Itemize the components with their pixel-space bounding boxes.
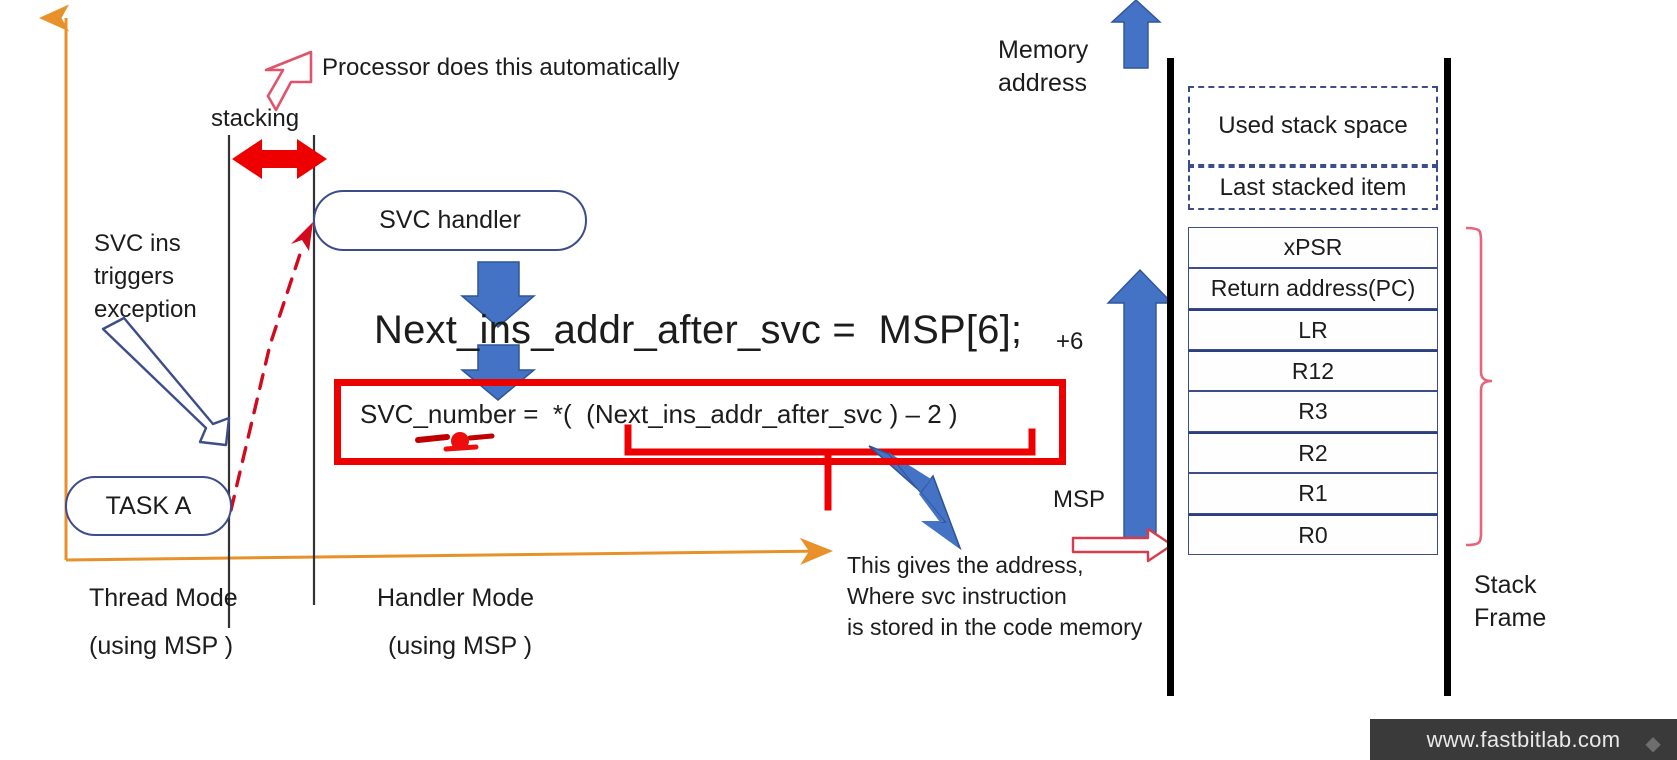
thread-mode-label: Thread Mode xyxy=(89,584,238,612)
stacking-double-arrow xyxy=(232,139,327,179)
svc-trigger-label-line1: SVC ins xyxy=(94,230,181,257)
task-a-box[interactable]: TASK A xyxy=(65,476,232,536)
msp-label: MSP xyxy=(1053,486,1106,513)
memory-right-boundary xyxy=(1444,58,1451,696)
memory-address-label-line1: Memory xyxy=(998,36,1089,64)
stack-cell-r1: R1 xyxy=(1188,473,1438,514)
stack-cell-label: Return address(PC) xyxy=(1210,275,1416,301)
diagram-canvas: Processor does this automatically stacki… xyxy=(0,0,1677,760)
stack-cell-xpsr: xPSR xyxy=(1188,227,1438,268)
stack-cell-r0: R0 xyxy=(1188,514,1438,555)
offset-plus6-label: +6 xyxy=(1056,328,1084,355)
stack-cell-r12: R12 xyxy=(1188,350,1438,391)
svc-handler-label: SVC handler xyxy=(379,206,521,234)
msp-pointer-arrow xyxy=(1071,527,1174,563)
equation-line-1: Next_ins_addr_after_svc = MSP[6]; xyxy=(374,308,1023,352)
watermark-banner: www.fastbitlab.com ◆ xyxy=(1370,719,1677,760)
last-stacked-item-label: Last stacked item xyxy=(1219,174,1407,201)
stack-frame-label-line1: Stack xyxy=(1474,571,1537,599)
memory-address-arrow xyxy=(1110,0,1162,69)
watermark-logo-icon: ◆ xyxy=(1645,733,1661,755)
stack-cell-label: R12 xyxy=(1291,357,1335,384)
stack-cell-label: R0 xyxy=(1298,521,1328,548)
stack-cell-label: R2 xyxy=(1298,439,1328,466)
mode-separator-lines xyxy=(227,135,316,628)
stack-diagram: Used stack space Last stacked item xPSR … xyxy=(1188,86,1438,556)
last-stacked-item-cell: Last stacked item xyxy=(1188,166,1438,210)
watermark-text: www.fastbitlab.com xyxy=(1426,726,1621,752)
processor-callout-arrow xyxy=(264,50,313,112)
svc-trigger-label-line2: triggers xyxy=(94,263,175,290)
processor-auto-label: Processor does this automatically xyxy=(322,54,680,81)
memory-address-label-line2: address xyxy=(998,69,1087,97)
svc-trigger-label-line3: exception xyxy=(94,296,197,323)
handler-mode-sp-label: (using MSP ) xyxy=(388,632,533,660)
svc-trigger-arrow xyxy=(101,316,231,447)
stack-frame-brace xyxy=(1465,226,1493,547)
memory-left-boundary xyxy=(1167,58,1174,696)
stack-frame-label-line2: Frame xyxy=(1474,604,1547,632)
note-line-3: is stored in the code memory xyxy=(847,614,1143,640)
stack-cell-r2: R2 xyxy=(1188,432,1438,473)
task-a-label: TASK A xyxy=(105,491,192,520)
used-stack-space-cell: Used stack space xyxy=(1188,86,1438,166)
stack-cell-label: LR xyxy=(1298,316,1328,343)
stack-cell-label: xPSR xyxy=(1283,234,1343,260)
handler-mode-label: Handler Mode xyxy=(377,584,535,612)
stack-cell-return-address: Return address(PC) xyxy=(1188,268,1438,309)
svc-handler-box[interactable]: SVC handler xyxy=(313,190,587,251)
stack-cell-label: R3 xyxy=(1298,398,1328,424)
note-line-1: This gives the address, xyxy=(847,552,1084,578)
stack-cell-lr: LR xyxy=(1188,309,1438,350)
msp-offset-arrow xyxy=(1106,268,1174,549)
stacking-label: stacking xyxy=(211,105,300,132)
thread-mode-sp-label: (using MSP ) xyxy=(89,632,234,660)
note-line-2: Where svc instruction xyxy=(847,583,1067,609)
stack-cell-r3: R3 xyxy=(1188,391,1438,432)
stack-cell-label: R1 xyxy=(1298,480,1328,506)
used-stack-space-label: Used stack space xyxy=(1218,112,1408,139)
equation-line-2: SVC_number = *( (Next_ins_addr_after_svc… xyxy=(360,399,958,429)
exception-entry-dashed-arrow xyxy=(229,222,313,512)
